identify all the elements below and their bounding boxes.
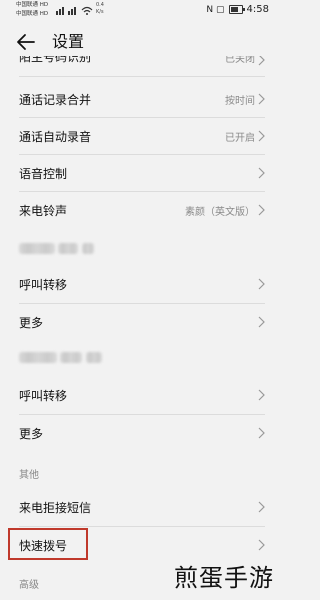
highlight-box: [8, 528, 88, 560]
row-call-log-merge[interactable]: 通话记录合并 按时间: [0, 80, 277, 118]
status-icons: N ▢: [206, 4, 225, 15]
status-right: N ▢ 4:58: [206, 4, 269, 15]
row-value: 按时间: [225, 95, 255, 107]
row-label: 通话记录合并: [19, 92, 92, 107]
row-ringtone[interactable]: 来电铃声 素颜（英文版）: [0, 191, 277, 229]
carrier-2: 中国联通 HD: [16, 11, 49, 17]
row-more-2[interactable]: 更多: [0, 414, 277, 452]
carrier-1: 中国联通 HD: [16, 2, 49, 8]
row-label: 来电铃声: [19, 203, 68, 218]
row-label: 来电拒接短信: [19, 500, 92, 515]
network-speed: 0.4 K/s: [96, 2, 104, 15]
signal-wifi-icon: [56, 6, 93, 15]
section-header-advanced: 高级: [19, 580, 39, 591]
blurred-section-header: [58, 243, 78, 254]
blurred-section-header: [86, 352, 102, 363]
row-label: 更多: [19, 315, 44, 330]
blurred-section-header: [19, 243, 55, 254]
status-bar: 中国联通 HD 中国联通 HD 0.4 K/s N ▢ 4:58: [0, 0, 277, 22]
divider: [19, 76, 265, 77]
row-label: 语音控制: [19, 166, 68, 181]
row-label: 更多: [19, 426, 44, 441]
row-value: 已开启: [225, 132, 255, 144]
back-arrow-icon[interactable]: [14, 30, 38, 54]
chevron-right-icon: [258, 316, 265, 328]
row-auto-record[interactable]: 通话自动录音 已开启: [0, 117, 277, 155]
row-label: 呼叫转移: [19, 388, 68, 403]
row-label: 呼叫转移: [19, 277, 68, 292]
watermark: 煎蛋手游: [174, 564, 274, 592]
blurred-section-header: [82, 243, 94, 254]
blurred-section-header: [19, 352, 57, 363]
blurred-section-header: [60, 352, 82, 363]
row-reject-sms[interactable]: 来电拒接短信: [0, 488, 277, 526]
clock: 4:58: [246, 4, 269, 15]
chevron-right-icon: [258, 501, 265, 513]
row-value: 素颜（英文版）: [185, 206, 255, 218]
section-header-other: 其他: [19, 470, 39, 481]
row-call-forwarding-1[interactable]: 呼叫转移: [0, 265, 277, 303]
carrier-info: 中国联通 HD 中国联通 HD: [16, 1, 48, 19]
row-more-1[interactable]: 更多: [0, 303, 277, 341]
row-label: 通话自动录音: [19, 129, 92, 144]
chevron-right-icon: [258, 167, 265, 179]
chevron-right-icon: [258, 56, 265, 66]
chevron-right-icon: [258, 389, 265, 401]
chevron-right-icon: [258, 278, 265, 290]
row-value: 已关闭: [225, 56, 255, 65]
row-call-forwarding-2[interactable]: 呼叫转移: [0, 376, 277, 414]
chevron-right-icon: [258, 130, 265, 142]
chevron-right-icon: [258, 93, 265, 105]
chevron-right-icon: [258, 539, 265, 551]
chevron-right-icon: [258, 204, 265, 216]
row-unknown-number[interactable]: 陌生号码识别 已关闭: [0, 56, 277, 68]
chevron-right-icon: [258, 427, 265, 439]
page-title: 设置: [52, 32, 85, 51]
battery-icon: [228, 5, 245, 14]
row-voice-control[interactable]: 语音控制: [0, 154, 277, 192]
row-label: 陌生号码识别: [19, 56, 92, 64]
